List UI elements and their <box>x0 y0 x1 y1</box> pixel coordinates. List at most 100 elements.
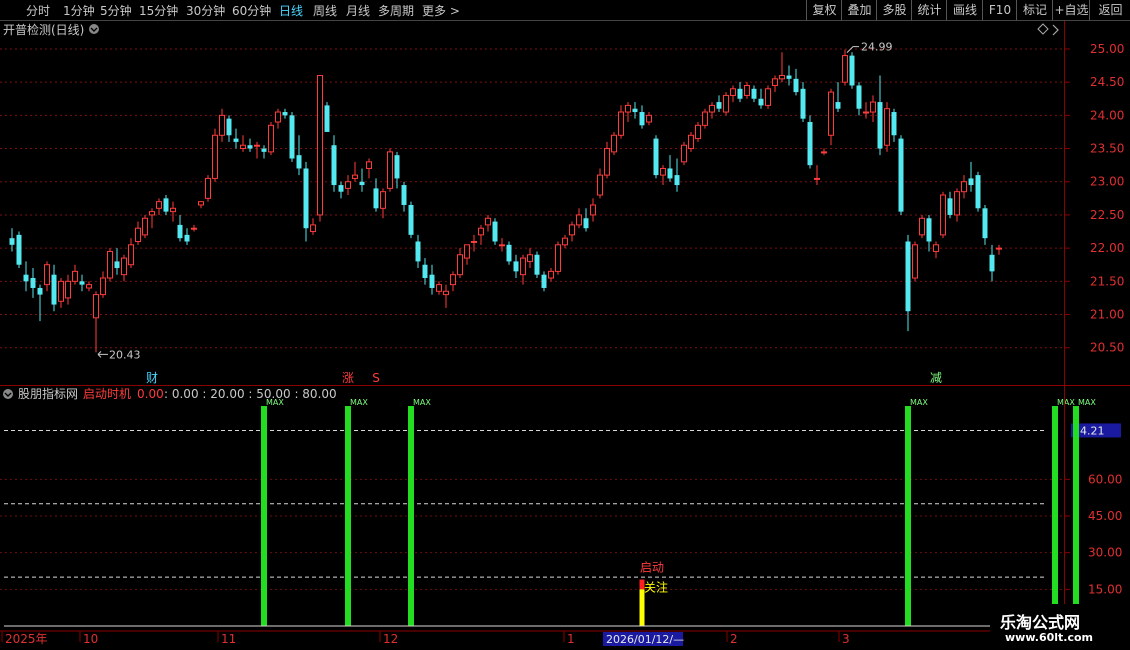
candle-body[interactable] <box>954 191 960 216</box>
candle-body[interactable] <box>338 185 344 192</box>
candle-body[interactable] <box>331 145 337 186</box>
candle-body[interactable] <box>443 290 449 296</box>
candle-body[interactable] <box>919 217 925 236</box>
candle-body[interactable] <box>835 102 841 109</box>
candle-body[interactable] <box>212 134 218 179</box>
candle-body[interactable] <box>758 98 764 106</box>
candle-body[interactable] <box>632 108 638 113</box>
candle-body[interactable] <box>695 124 701 140</box>
toolbar-button-0[interactable]: 复权 <box>806 0 842 20</box>
candle-body[interactable] <box>611 134 617 153</box>
candle-body[interactable] <box>660 167 666 176</box>
candle-body[interactable] <box>415 241 421 262</box>
period-tab-1[interactable]: 1分钟 <box>63 2 95 19</box>
candle-body[interactable] <box>450 274 456 286</box>
candle-body[interactable] <box>128 244 134 266</box>
candle-body[interactable] <box>520 257 526 276</box>
candle-body[interactable] <box>709 104 715 113</box>
candle-body[interactable] <box>513 261 519 272</box>
candle-body[interactable] <box>499 244 505 247</box>
candle-body[interactable] <box>401 185 407 205</box>
candle-body[interactable] <box>380 191 386 209</box>
candle-body[interactable] <box>597 174 603 196</box>
toolbar-button-8[interactable]: 返回 <box>1089 0 1130 20</box>
period-tab-3[interactable]: 15分钟 <box>139 2 178 19</box>
candle-body[interactable] <box>646 114 652 123</box>
candle-body[interactable] <box>625 104 631 113</box>
candle-body[interactable] <box>345 181 351 189</box>
period-tab-7[interactable]: 周线 <box>313 2 337 19</box>
candle-body[interactable] <box>219 114 225 136</box>
candle-body[interactable] <box>492 221 498 242</box>
candle-body[interactable] <box>807 121 813 166</box>
candle-body[interactable] <box>275 111 281 123</box>
candle-body[interactable] <box>408 204 414 235</box>
toolbar-button-1[interactable]: 叠加 <box>841 0 877 20</box>
signal-bar[interactable] <box>408 406 414 626</box>
candle-body[interactable] <box>107 250 113 279</box>
candle-body[interactable] <box>37 287 43 295</box>
candle-body[interactable] <box>555 244 561 272</box>
candle-body[interactable] <box>317 75 323 216</box>
signal-bar[interactable] <box>1052 406 1058 626</box>
toolbar-button-2[interactable]: 多股 <box>876 0 912 20</box>
candle-body[interactable] <box>905 241 911 312</box>
candle-body[interactable] <box>506 244 512 262</box>
candle-body[interactable] <box>289 115 295 159</box>
candle-body[interactable] <box>898 138 904 212</box>
candle-body[interactable] <box>23 274 29 282</box>
candle-body[interactable] <box>772 78 778 86</box>
candle-body[interactable] <box>51 274 57 305</box>
signal-bar[interactable] <box>905 406 911 626</box>
candle-body[interactable] <box>604 148 610 176</box>
candle-body[interactable] <box>821 151 827 154</box>
candle-body[interactable] <box>730 88 736 96</box>
candle-body[interactable] <box>870 101 876 113</box>
toolbar-button-5[interactable]: F10 <box>982 0 1017 20</box>
candle-body[interactable] <box>72 270 78 282</box>
candle-body[interactable] <box>877 102 883 149</box>
candle-body[interactable] <box>800 88 806 119</box>
candle-body[interactable] <box>373 188 379 209</box>
period-tab-10[interactable]: 更多 > <box>422 2 460 19</box>
candle-body[interactable] <box>142 217 148 236</box>
candle-body[interactable] <box>366 161 372 169</box>
period-tab-6[interactable]: 日线 <box>279 2 303 19</box>
candle-body[interactable] <box>590 204 596 216</box>
candle-body[interactable] <box>268 124 274 153</box>
candle-body[interactable] <box>310 224 316 233</box>
candle-body[interactable] <box>688 134 694 150</box>
candle-body[interactable] <box>653 138 659 176</box>
candle-body[interactable] <box>422 264 428 279</box>
candle-body[interactable] <box>716 102 722 109</box>
candle-body[interactable] <box>527 254 533 262</box>
candle-body[interactable] <box>863 111 869 114</box>
candle-body[interactable] <box>961 181 967 193</box>
start-bar-yellow[interactable] <box>639 589 645 626</box>
candle-body[interactable] <box>989 254 995 272</box>
candle-body[interactable] <box>891 112 897 136</box>
candle-body[interactable] <box>478 227 484 236</box>
period-tab-4[interactable]: 30分钟 <box>186 2 225 19</box>
candle-body[interactable] <box>170 207 176 213</box>
candle-body[interactable] <box>618 111 624 136</box>
candle-body[interactable] <box>968 178 974 186</box>
candle-body[interactable] <box>191 227 197 230</box>
candle-body[interactable] <box>58 280 64 302</box>
candle-body[interactable] <box>534 254 540 275</box>
candle-body[interactable] <box>93 294 99 319</box>
candle-body[interactable] <box>996 247 1002 250</box>
candle-body[interactable] <box>793 78 799 93</box>
period-tab-8[interactable]: 月线 <box>346 2 370 19</box>
candle-body[interactable] <box>114 261 120 269</box>
candle-body[interactable] <box>828 91 834 136</box>
candle-body[interactable] <box>177 224 183 239</box>
chevron-right-icon[interactable] <box>1052 24 1059 36</box>
candle-body[interactable] <box>303 168 309 229</box>
candle-body[interactable] <box>100 277 106 296</box>
candle-body[interactable] <box>324 105 330 132</box>
candle-body[interactable] <box>702 111 708 126</box>
candle-body[interactable] <box>975 175 981 209</box>
period-tab-2[interactable]: 5分钟 <box>100 2 132 19</box>
candle-body[interactable] <box>359 181 365 186</box>
